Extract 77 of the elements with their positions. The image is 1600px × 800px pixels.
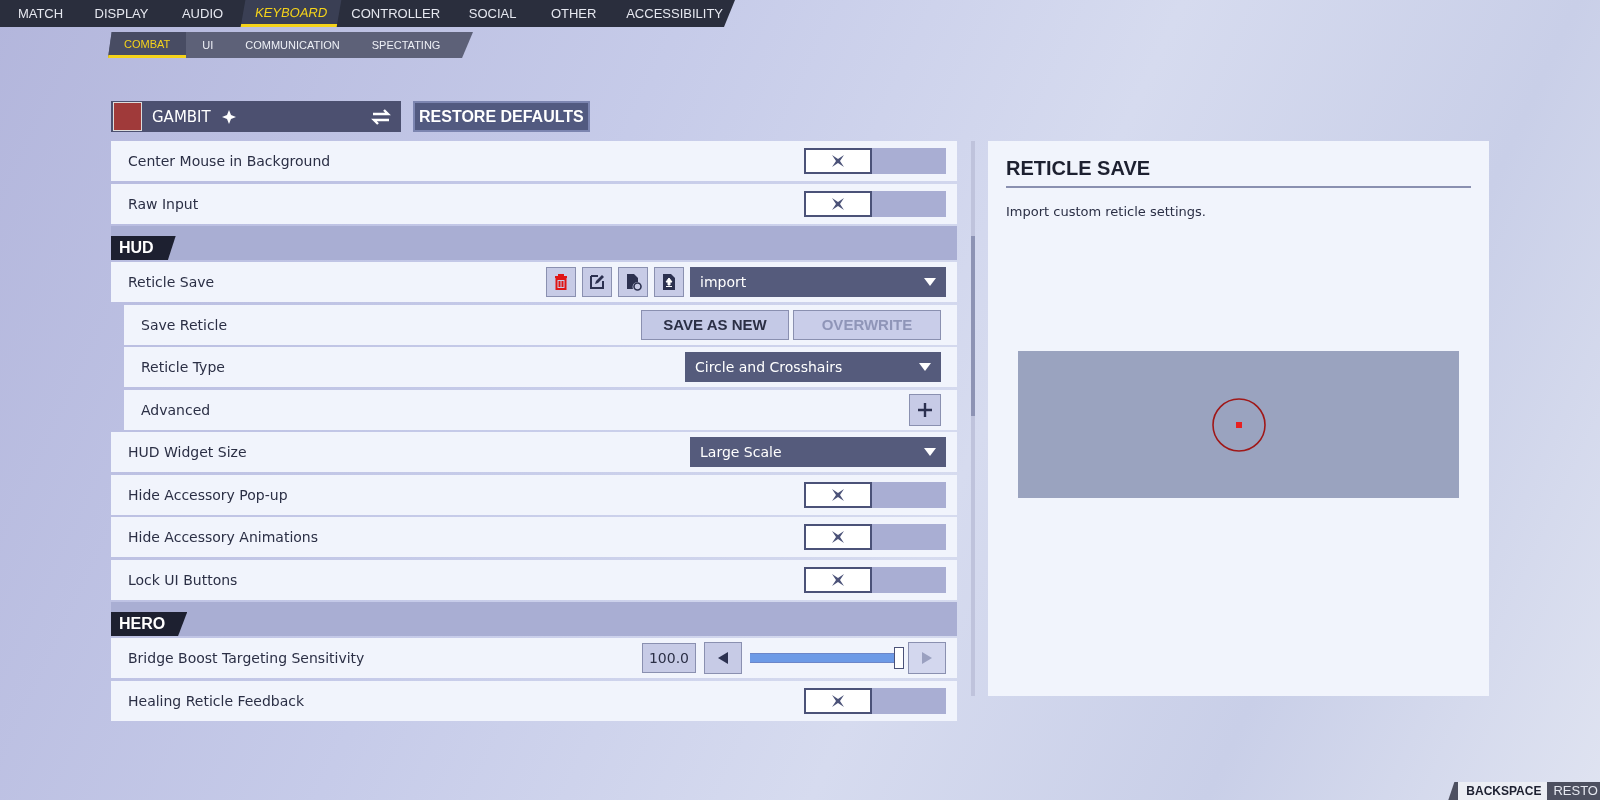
sub-tab[interactable]: SPECTATING <box>355 32 457 58</box>
toggle-switch[interactable] <box>804 190 946 217</box>
sub-tab[interactable]: COMMUNICATION <box>229 32 356 58</box>
toggle-switch[interactable] <box>804 524 946 550</box>
caret-icon <box>924 448 936 456</box>
setting-row[interactable]: Raw Input <box>111 183 957 224</box>
section-title: HUD <box>111 236 176 260</box>
left-arrow-icon <box>718 652 728 664</box>
sub-tab[interactable]: COMBAT <box>108 32 187 58</box>
toggle-switch[interactable] <box>804 481 946 508</box>
setting-label: Save Reticle <box>141 316 228 333</box>
top-tab[interactable]: CONTROLLER <box>339 0 453 27</box>
setting-row[interactable]: Reticle Save import <box>111 262 957 302</box>
setting-row[interactable]: Hide Accessory Animations <box>111 517 957 557</box>
hero-name: GAMBIT <box>152 107 211 126</box>
detail-title: RETICLE SAVE <box>1006 153 1471 188</box>
action-button[interactable]: SAVE AS NEW <box>641 309 789 340</box>
setting-label: Bridge Boost Targeting Sensitivity <box>128 650 365 666</box>
diamond-icon <box>220 108 237 125</box>
avatar-placeholder <box>113 102 142 131</box>
slider-thumb[interactable] <box>894 647 904 669</box>
setting-label: Reticle Type <box>141 359 225 375</box>
setting-label: Raw Input <box>128 195 199 212</box>
top-tab[interactable]: SOCIAL <box>452 0 534 27</box>
top-tab[interactable]: OTHER <box>533 0 615 27</box>
right-arrow-icon <box>922 652 932 664</box>
restore-defaults-button[interactable]: RESTORE DEFAULTS <box>413 101 590 132</box>
plus-icon <box>917 401 933 418</box>
dropdown[interactable]: import <box>690 267 946 297</box>
setting-row[interactable]: Bridge Boost Targeting Sensitivity 100.0 <box>111 638 957 678</box>
setting-label: Lock UI Buttons <box>128 571 238 588</box>
detail-description: Import custom reticle settings. <box>1006 204 1207 219</box>
caret-icon <box>924 278 936 286</box>
edit-icon[interactable] <box>582 267 612 297</box>
setting-row[interactable]: Reticle Type Circle and Crosshairs <box>124 347 957 387</box>
decrease-button[interactable] <box>704 642 742 674</box>
setting-label: Center Mouse in Background <box>128 153 331 169</box>
setting-label: Advanced <box>141 401 211 418</box>
cross-icon <box>831 693 845 708</box>
swap-icon[interactable] <box>371 108 391 125</box>
setting-label: Healing Reticle Feedback <box>128 692 305 709</box>
top-tab[interactable]: ACCESSIBILITY <box>614 0 735 27</box>
setting-row[interactable]: Center Mouse in Background <box>111 141 957 181</box>
dropdown[interactable]: Large Scale <box>690 437 946 467</box>
setting-row[interactable]: Healing Reticle Feedback <box>111 680 957 721</box>
upload-file-icon[interactable] <box>654 267 684 297</box>
save-file-icon[interactable] <box>618 267 648 297</box>
scrollbar[interactable] <box>971 141 975 696</box>
dropdown[interactable]: Circle and Crosshairs <box>685 352 941 382</box>
cross-icon <box>831 154 845 168</box>
hero-selector[interactable]: GAMBIT <box>111 101 401 132</box>
setting-label: Hide Accessory Animations <box>128 529 319 545</box>
key-hint: BACKSPACE <box>1458 782 1548 800</box>
setting-row[interactable]: HUD Widget Size Large Scale <box>111 432 957 472</box>
slider-value: 100.0 <box>641 643 696 673</box>
cross-icon <box>831 487 845 502</box>
section-title: HERO <box>111 612 188 636</box>
caret-icon <box>919 363 931 371</box>
setting-label: Reticle Save <box>128 274 215 290</box>
toggle-switch[interactable] <box>804 148 946 174</box>
setting-row[interactable]: Advanced <box>124 389 957 430</box>
sub-tab[interactable]: UI <box>186 32 230 58</box>
cross-icon <box>831 530 845 544</box>
key-action-label: RESTO <box>1552 782 1599 800</box>
toggle-switch[interactable] <box>804 687 946 714</box>
setting-label: HUD Widget Size <box>128 444 247 460</box>
setting-row[interactable]: Hide Accessory Pop-up <box>111 474 957 515</box>
setting-label: Hide Accessory Pop-up <box>128 486 288 503</box>
toggle-switch[interactable] <box>804 566 946 593</box>
top-tab[interactable]: MATCH <box>0 0 81 27</box>
expand-button[interactable] <box>909 393 941 426</box>
setting-row[interactable]: Lock UI Buttons <box>111 559 957 600</box>
trash-icon[interactable] <box>546 267 576 297</box>
cross-icon <box>831 196 845 211</box>
cross-icon <box>831 572 845 587</box>
top-tab[interactable]: KEYBOARD <box>240 0 342 27</box>
top-tab[interactable]: DISPLAY <box>81 0 163 27</box>
